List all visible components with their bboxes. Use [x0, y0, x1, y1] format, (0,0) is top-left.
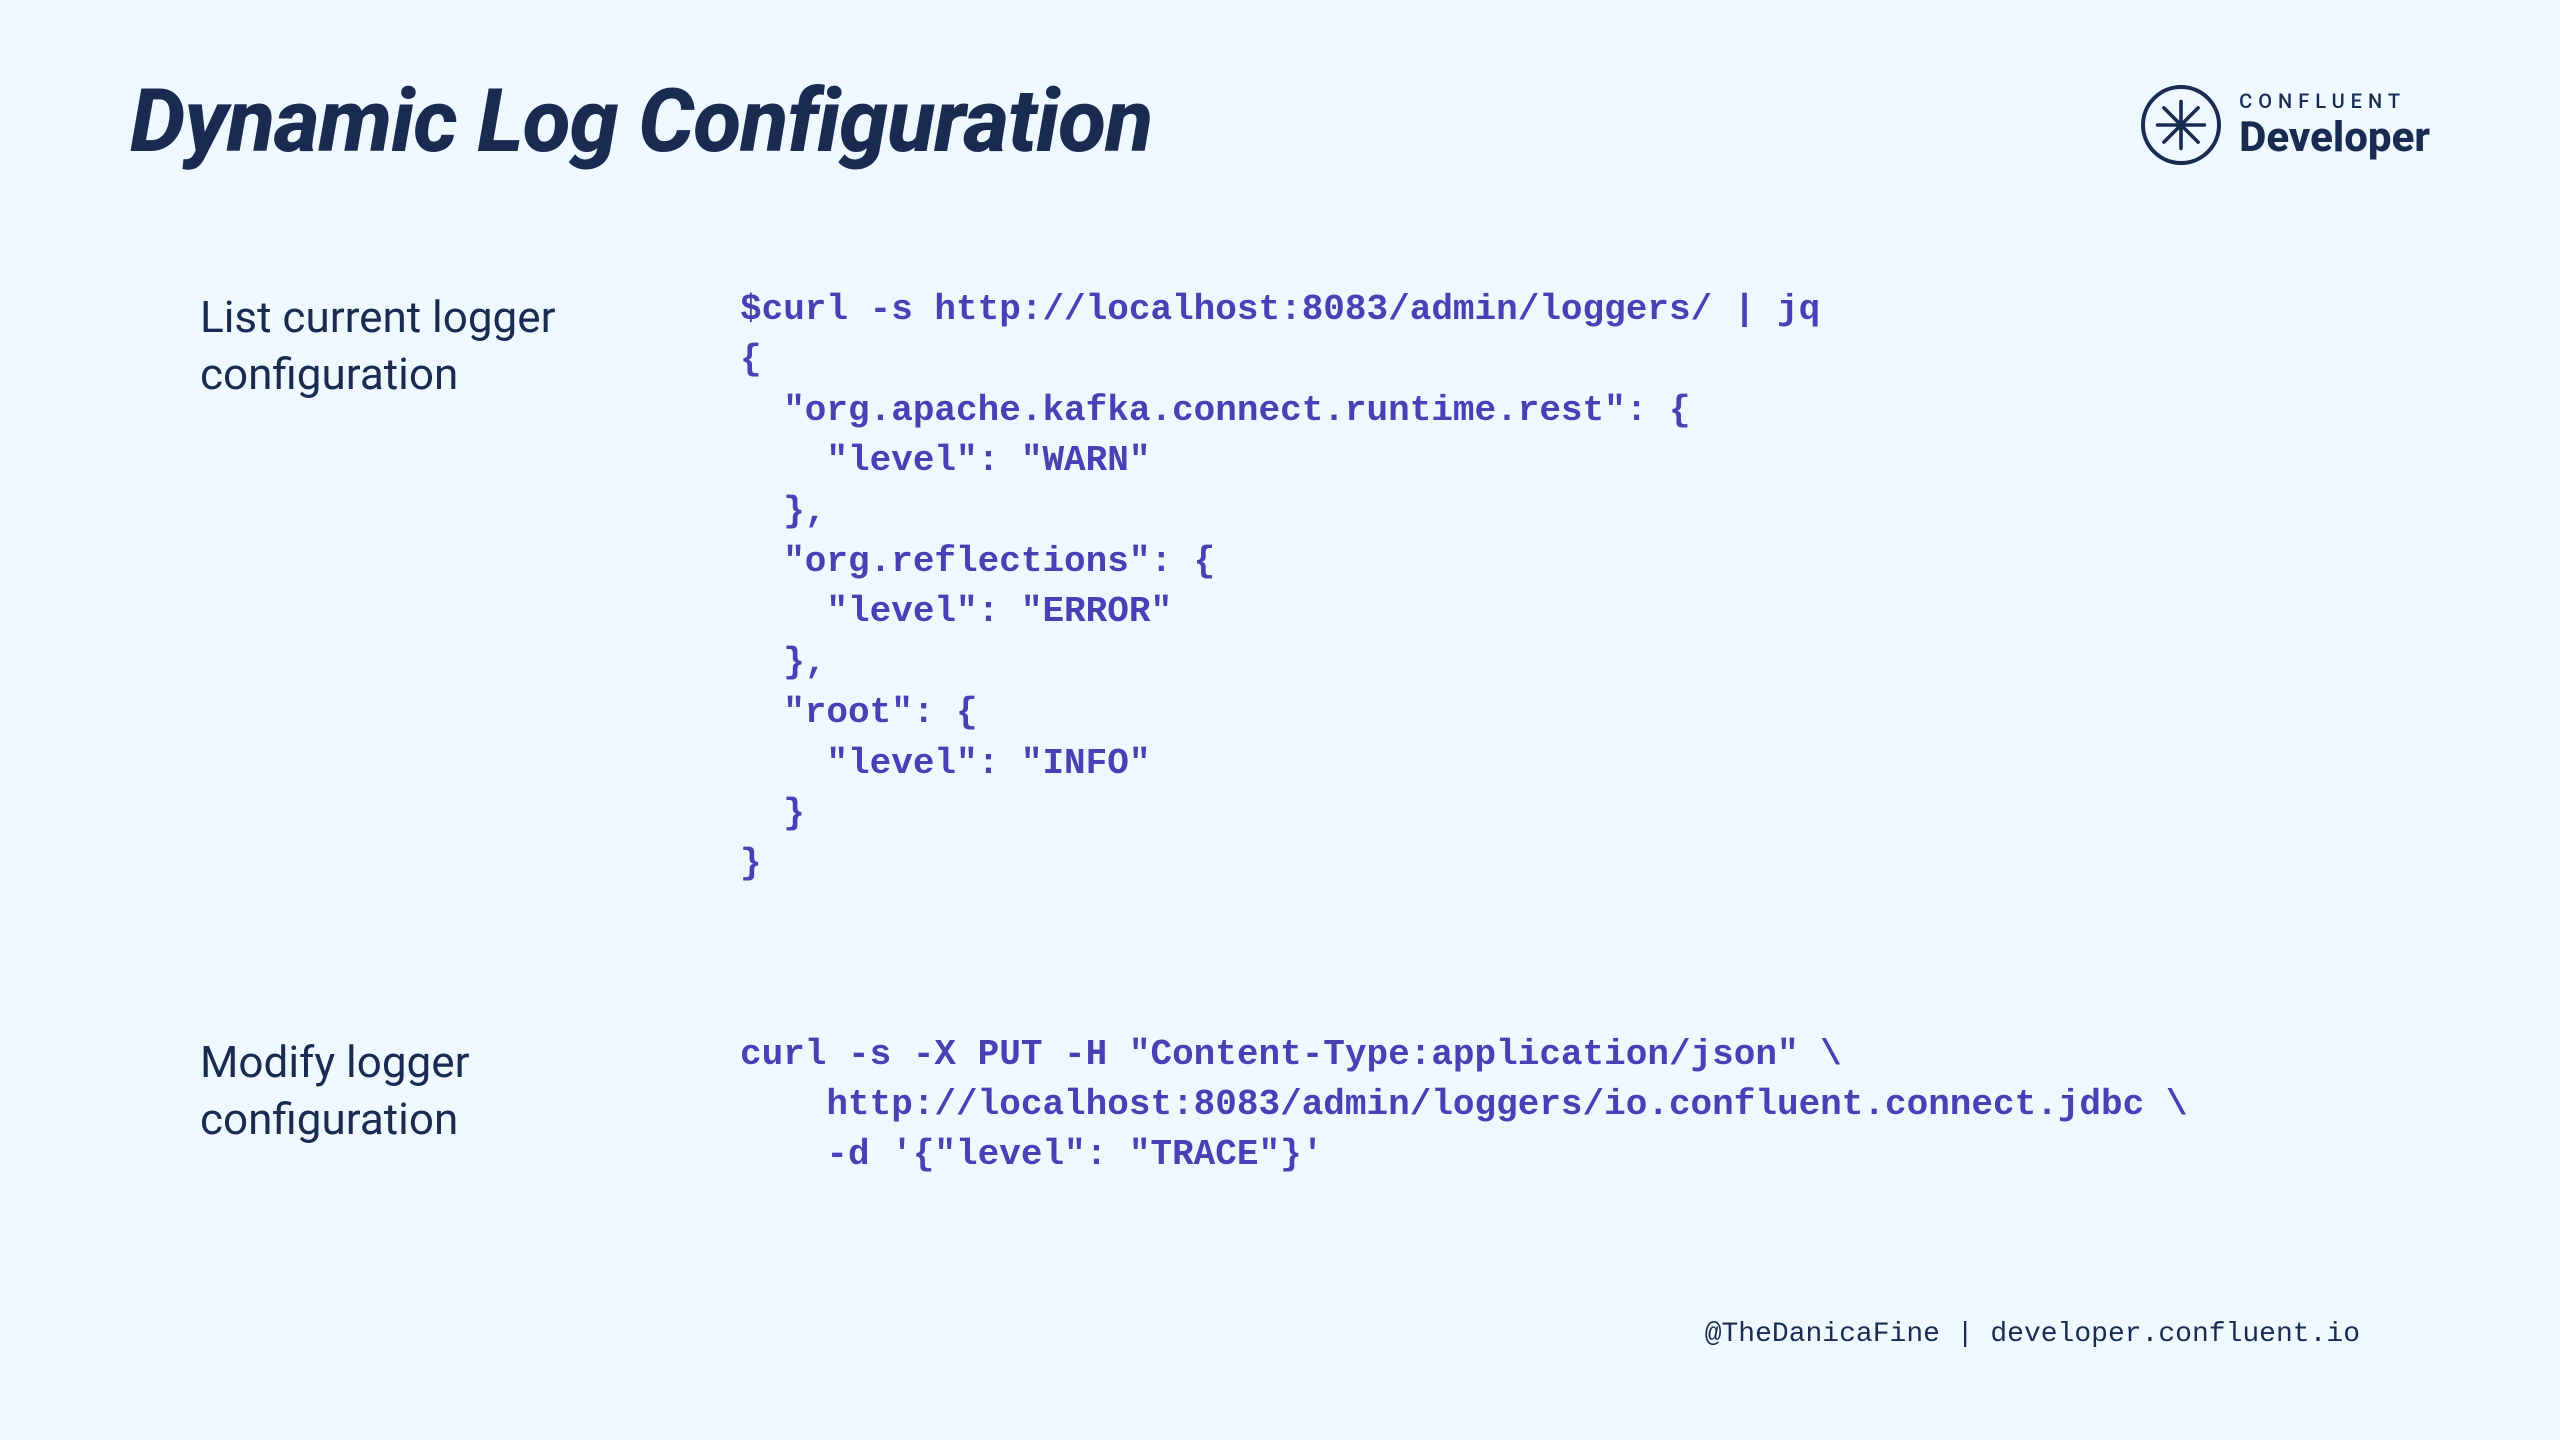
content-grid: List current logger configuration $curl …: [200, 285, 2430, 1181]
footer-attribution: @TheDanicaFine | developer.confluent.io: [1705, 1319, 2360, 1350]
logo-brand-big: Developer: [2239, 117, 2430, 159]
slide-title: Dynamic Log Configuration: [130, 70, 1152, 173]
list-logger-code: $curl -s http://localhost:8083/admin/log…: [740, 285, 2430, 890]
slide: Dynamic Log Configuration CONFLUENT Deve…: [0, 0, 2560, 1440]
list-logger-label: List current logger configuration: [200, 285, 700, 890]
confluent-logo: CONFLUENT Developer: [2141, 85, 2430, 165]
modify-logger-label: Modify logger configuration: [200, 1030, 700, 1181]
confluent-logo-icon: [2141, 85, 2221, 165]
logo-brand-small: CONFLUENT: [2239, 91, 2430, 111]
modify-logger-code: curl -s -X PUT -H "Content-Type:applicat…: [740, 1030, 2430, 1181]
